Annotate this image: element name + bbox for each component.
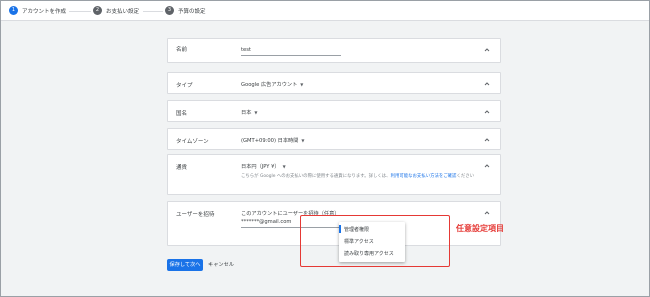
step-label: お支払い設定 bbox=[106, 8, 140, 15]
step-number: 3 bbox=[165, 6, 174, 15]
step-number: 2 bbox=[93, 6, 102, 15]
annotation-callout: 任意設定項目 bbox=[456, 224, 504, 233]
chevron-up-icon[interactable] bbox=[484, 210, 490, 216]
chevron-up-icon[interactable] bbox=[484, 47, 490, 53]
timezone-select[interactable]: (GMT+09:00) 日本時間 ▼ bbox=[241, 137, 305, 144]
invite-email-input[interactable]: *******@gmail.com bbox=[241, 219, 291, 225]
stepper: 1 アカウントを作成 2 お支払い設定 3 予算の設定 bbox=[1, 1, 649, 21]
chevron-up-icon[interactable] bbox=[484, 109, 490, 115]
step-budget-settings[interactable]: 3 予算の設定 bbox=[165, 6, 206, 15]
step-label: アカウントを作成 bbox=[22, 8, 67, 15]
chevron-up-icon[interactable] bbox=[484, 163, 490, 169]
timezone-label: タイムゾーン bbox=[176, 139, 209, 145]
name-input[interactable]: test bbox=[241, 47, 251, 53]
currency-select[interactable]: 日本円（JPY ¥） ▼ bbox=[241, 163, 286, 170]
step-create-account[interactable]: 1 アカウントを作成 bbox=[9, 6, 66, 15]
type-card: タイプ Google 広告アカウント ▼ bbox=[167, 72, 501, 94]
currency-note-text: こちらが Google へのお支払いの際に使用する通貨になります。詳しくは、 bbox=[241, 174, 391, 179]
chevron-up-icon[interactable] bbox=[484, 137, 490, 143]
country-card: 国名 日本 ▼ bbox=[167, 100, 501, 122]
step-number: 1 bbox=[9, 6, 18, 15]
step-payment-settings[interactable]: 2 お支払い設定 bbox=[93, 6, 139, 15]
step-connector bbox=[143, 11, 163, 12]
currency-card: 通貨 日本円（JPY ¥） ▼ こちらが Google へのお支払いの際に使用する… bbox=[167, 154, 501, 195]
invite-user-label: ユーザーを招待 bbox=[176, 212, 215, 218]
currency-label: 通貨 bbox=[176, 165, 188, 171]
name-label: 名前 bbox=[176, 47, 188, 53]
currency-note-text-end: ください bbox=[456, 174, 475, 179]
payment-methods-link[interactable]: 利用可能なお支払い方法をご確認 bbox=[391, 174, 457, 179]
type-select-value: Google 広告アカウント bbox=[241, 82, 298, 88]
name-card: 名前 test bbox=[167, 38, 501, 63]
country-select-value: 日本 bbox=[241, 110, 252, 116]
annotation-highlight-box bbox=[300, 215, 450, 267]
caret-down-icon: ▼ bbox=[254, 110, 258, 115]
name-input-underline bbox=[241, 55, 341, 56]
cancel-button[interactable]: キャンセル bbox=[208, 259, 234, 271]
type-label: タイプ bbox=[176, 83, 193, 89]
currency-select-value: 日本円（JPY ¥） bbox=[241, 164, 280, 170]
step-connector bbox=[69, 11, 91, 12]
caret-down-icon: ▼ bbox=[300, 82, 304, 87]
country-select[interactable]: 日本 ▼ bbox=[241, 109, 257, 116]
timezone-select-value: (GMT+09:00) 日本時間 bbox=[241, 138, 299, 144]
save-and-continue-button[interactable]: 保存して次へ bbox=[167, 259, 203, 271]
timezone-card: タイムゾーン (GMT+09:00) 日本時間 ▼ bbox=[167, 128, 501, 150]
type-select[interactable]: Google 広告アカウント ▼ bbox=[241, 81, 303, 88]
caret-down-icon: ▼ bbox=[301, 138, 305, 143]
caret-down-icon: ▼ bbox=[282, 164, 286, 169]
country-label: 国名 bbox=[176, 111, 188, 117]
currency-note: こちらが Google へのお支払いの際に使用する通貨になります。詳しくは、利用… bbox=[241, 173, 486, 180]
step-label: 予算の設定 bbox=[178, 8, 206, 15]
chevron-up-icon[interactable] bbox=[484, 81, 490, 87]
